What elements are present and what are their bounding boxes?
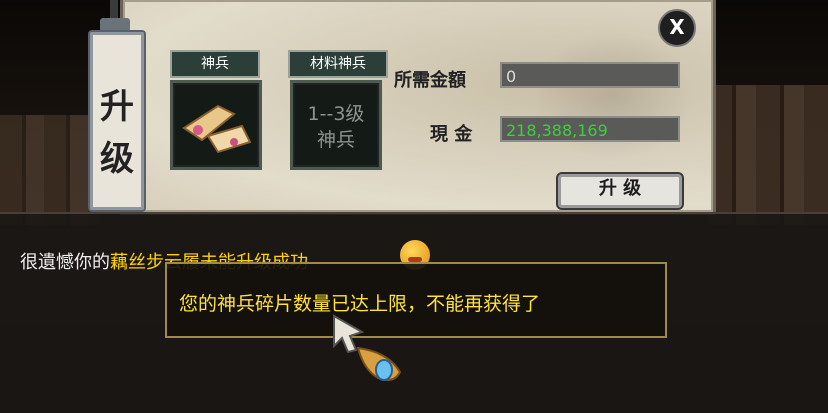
weapon-item-icon[interactable] [178,96,258,166]
wooden-fence-right [708,85,828,225]
close-button[interactable]: X [658,9,696,47]
weapon-slot-label: 神兵 [170,50,260,78]
upgrade-button[interactable]: 升 级 [556,172,684,210]
system-tooltip: 您的神兵碎片数量已达上限，不能再获得了 [165,262,667,338]
required-gold-field: 0 [500,62,680,88]
scroll-title-char-1: 升 [100,87,134,127]
scroll-title-char-2: 级 [100,139,134,179]
game-scene: 升 级 X 神兵 材料神兵 1--3级 神兵 所需金額 0 現 金 218,38… [0,0,828,413]
required-gold-label: 所需金額 [394,70,466,91]
wooden-fence-left [0,115,100,225]
material-slot-label: 材料神兵 [288,50,388,78]
chat-highlight: 藕 [110,252,128,273]
material-slot-level: 1--3级 [307,103,365,125]
scroll-hanger [110,0,118,20]
material-slot[interactable]: 1--3级 神兵 [290,80,382,170]
material-slot-type: 神兵 [316,129,355,151]
cash-field: 218,388,169 [500,116,680,142]
cash-label: 現 金 [430,124,473,145]
chat-prefix: 很遺憾你的 [20,252,110,273]
cursor-pointer-icon [333,314,402,381]
upgrade-title-scroll: 升 级 [88,30,146,212]
